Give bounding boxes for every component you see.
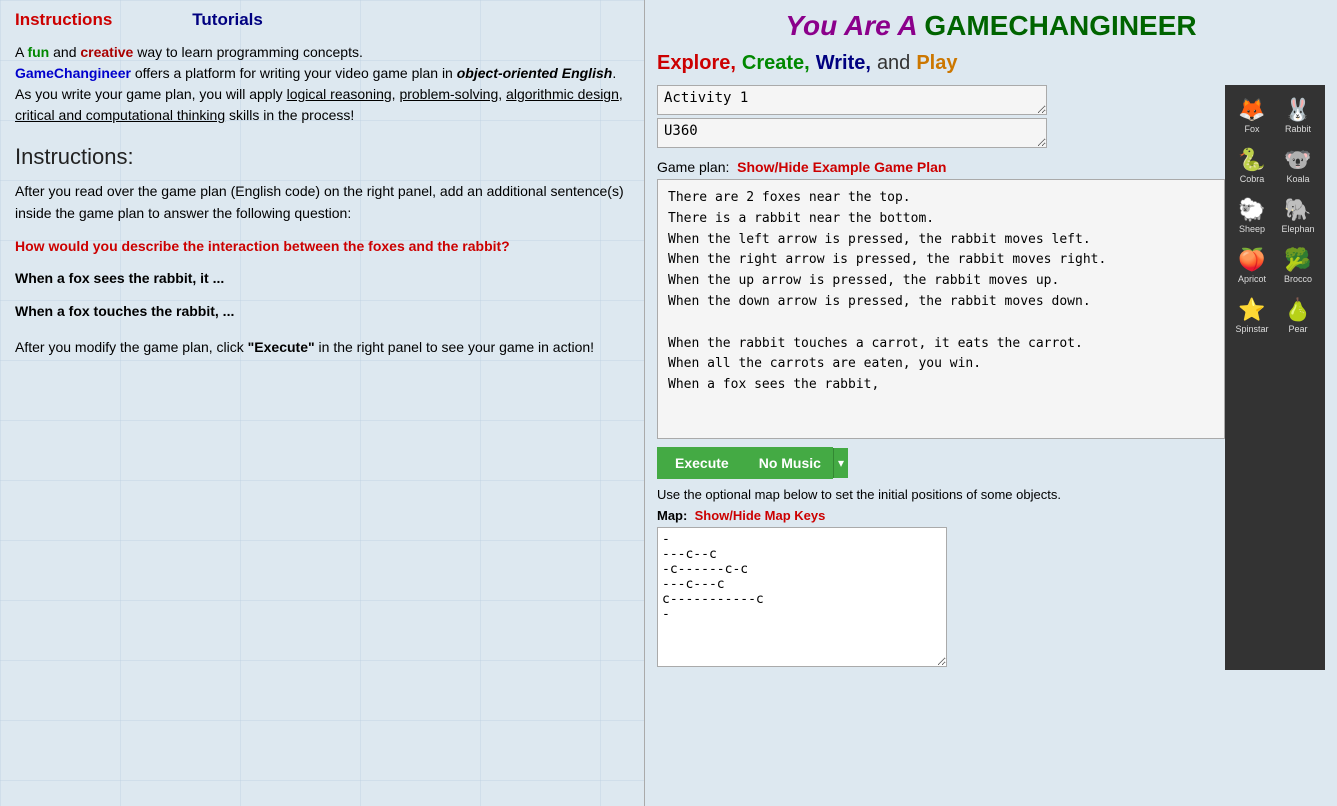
you-are-a-text: You Are A — [785, 10, 924, 41]
apricot-label: Apricot — [1238, 274, 1266, 284]
action-text: After you modify the game plan, click "E… — [15, 336, 629, 358]
icon-row-1: 🦊 Fox 🐰 Rabbit — [1230, 93, 1320, 137]
and-word: and — [877, 52, 910, 75]
pear-icon: 🍐 — [1284, 297, 1311, 323]
algorithmic-design-link[interactable]: algorithmic design — [506, 86, 619, 102]
koala-icon: 🐨 — [1284, 147, 1311, 173]
spinstar-label: Spinstar — [1235, 324, 1268, 334]
broccoli-icon: 🥦 — [1284, 247, 1311, 273]
oo-english: object-oriented English — [457, 65, 613, 81]
instructions-heading: Instructions: — [15, 144, 629, 170]
show-hide-example-link[interactable]: Show/Hide Example Game Plan — [737, 159, 946, 175]
broccoli-label: Brocco — [1284, 274, 1312, 284]
rabbit-icon: 🐰 — [1284, 97, 1311, 123]
hint-1: When a fox sees the rabbit, it ... — [15, 267, 629, 289]
pear-icon-cell[interactable]: 🍐 Pear — [1276, 293, 1320, 337]
nav-instructions[interactable]: Instructions — [15, 10, 112, 30]
rabbit-icon-cell[interactable]: 🐰 Rabbit — [1276, 93, 1320, 137]
map-label-row: Map: Show/Hide Map Keys — [657, 508, 1225, 523]
elephant-icon: 🐘 — [1284, 197, 1311, 223]
koala-icon-cell[interactable]: 🐨 Koala — [1276, 143, 1320, 187]
write-word: Write, — [816, 52, 871, 75]
hint-2: When a fox touches the rabbit, ... — [15, 300, 629, 322]
explore-line: Explore, Create, Write, and Play — [657, 52, 1325, 75]
map-textarea[interactable] — [657, 527, 947, 667]
problem-solving-link[interactable]: problem-solving — [399, 86, 498, 102]
rabbit-label: Rabbit — [1285, 124, 1311, 134]
icon-row-4: 🍑 Apricot 🥦 Brocco — [1230, 243, 1320, 287]
right-header: You Are A GAMECHANGINEER — [657, 10, 1325, 42]
spinstar-icon-cell[interactable]: ⭐ Spinstar — [1230, 293, 1274, 337]
sheep-label: Sheep — [1239, 224, 1265, 234]
icons-panel: 🦊 Fox 🐰 Rabbit 🐍 Cobra 🐨 Koa — [1225, 85, 1325, 670]
elephant-label: Elephan — [1281, 224, 1314, 234]
right-panel: You Are A GAMECHANGINEER Explore, Create… — [645, 0, 1337, 806]
show-hide-map-link[interactable]: Show/Hide Map Keys — [695, 508, 826, 523]
gamechangineer-title: GAMECHANGINEER — [924, 10, 1196, 41]
intro-text: A fun and creative way to learn programm… — [15, 42, 629, 126]
elephant-icon-cell[interactable]: 🐘 Elephan — [1276, 193, 1320, 237]
cobra-icon-cell[interactable]: 🐍 Cobra — [1230, 143, 1274, 187]
koala-label: Koala — [1286, 174, 1309, 184]
body-text-1: After you read over the game plan (Engli… — [15, 180, 629, 225]
spinstar-icon: ⭐ — [1238, 297, 1265, 323]
instruction-body: After you read over the game plan (Engli… — [15, 180, 629, 358]
fun-word: fun — [27, 44, 49, 60]
execute-reference: "Execute" — [248, 339, 315, 355]
create-word: Create, — [742, 52, 810, 75]
icon-row-2: 🐍 Cobra 🐨 Koala — [1230, 143, 1320, 187]
critical-thinking-link[interactable]: critical and computational thinking — [15, 107, 225, 123]
logical-reasoning-link[interactable]: logical reasoning — [287, 86, 392, 102]
apricot-icon: 🍑 — [1238, 247, 1265, 273]
fox-icon-cell[interactable]: 🦊 Fox — [1230, 93, 1274, 137]
execute-button[interactable]: Execute — [657, 447, 747, 479]
cobra-label: Cobra — [1240, 174, 1265, 184]
game-plan-label: Game plan: Show/Hide Example Game Plan — [657, 159, 1225, 175]
intro-a: A — [15, 44, 27, 60]
icon-row-5: ⭐ Spinstar 🍐 Pear — [1230, 293, 1320, 337]
creative-word: creative — [80, 44, 133, 60]
nav-tutorials[interactable]: Tutorials — [192, 10, 263, 30]
right-content: Game plan: Show/Hide Example Game Plan T… — [657, 85, 1325, 670]
no-music-button[interactable]: No Music — [747, 447, 833, 479]
activity-section — [657, 85, 1225, 151]
cobra-icon: 🐍 — [1238, 147, 1265, 173]
bottom-controls: Execute No Music ▾ — [657, 447, 1225, 479]
sheep-icon: 🐑 — [1238, 197, 1265, 223]
apricot-icon-cell[interactable]: 🍑 Apricot — [1230, 243, 1274, 287]
map-info: Use the optional map below to set the in… — [657, 487, 1225, 502]
gamechangineer-link[interactable]: GameChangineer — [15, 65, 131, 81]
sheep-icon-cell[interactable]: 🐑 Sheep — [1230, 193, 1274, 237]
fox-icon: 🦊 — [1238, 97, 1265, 123]
broccoli-icon-cell[interactable]: 🥦 Brocco — [1276, 243, 1320, 287]
activity-input[interactable] — [657, 85, 1047, 115]
right-main: Game plan: Show/Hide Example Game Plan T… — [657, 85, 1225, 670]
icon-row-3: 🐑 Sheep 🐘 Elephan — [1230, 193, 1320, 237]
question-text: How would you describe the interaction b… — [15, 235, 629, 257]
explore-word: Explore, — [657, 52, 736, 75]
left-panel: Instructions Tutorials A fun and creativ… — [0, 0, 645, 806]
code-area[interactable]: There are 2 foxes near the top. There is… — [657, 179, 1225, 439]
pear-label: Pear — [1288, 324, 1307, 334]
u360-input[interactable] — [657, 118, 1047, 148]
no-music-dropdown[interactable]: ▾ — [833, 448, 848, 478]
fox-label: Fox — [1244, 124, 1259, 134]
play-word: Play — [916, 52, 957, 75]
left-nav: Instructions Tutorials — [15, 10, 629, 30]
